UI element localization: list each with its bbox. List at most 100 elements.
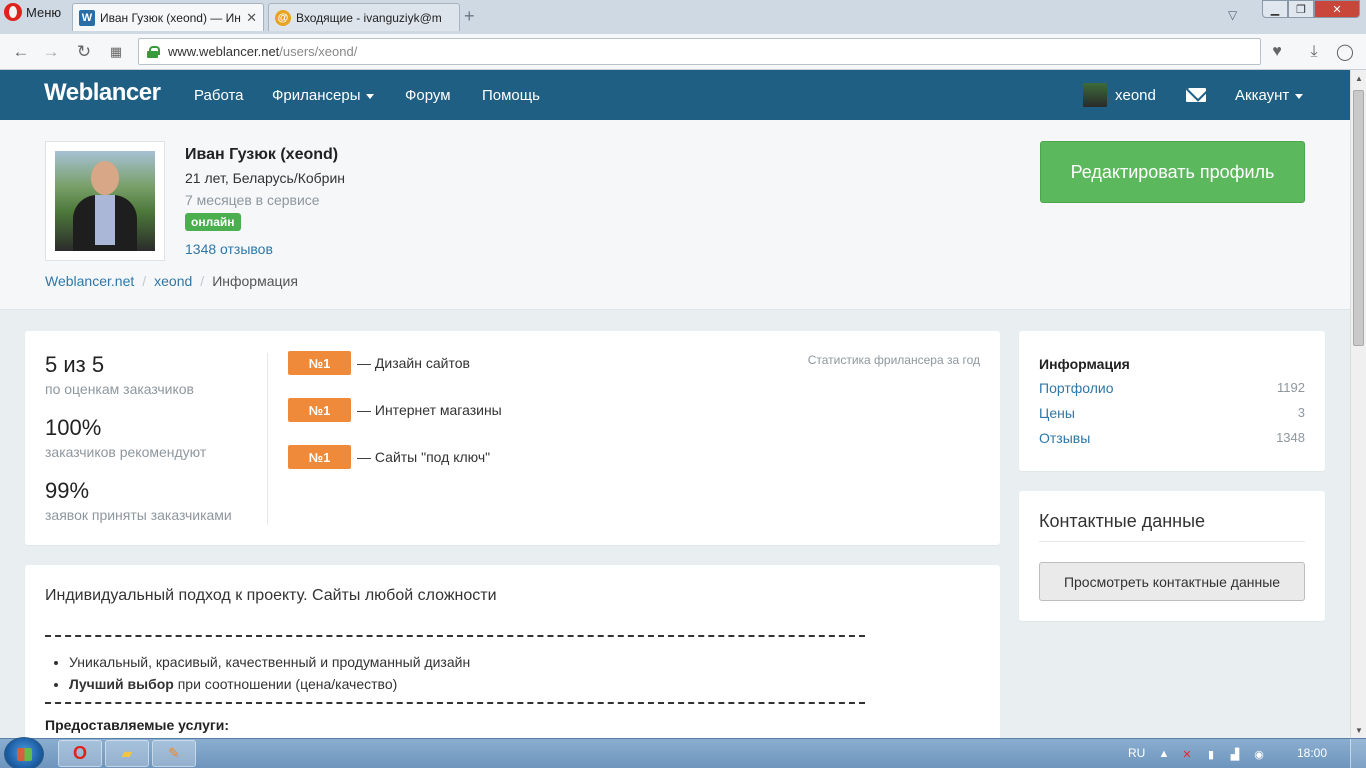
stat-recommend-value: 100% — [45, 415, 102, 440]
caret-down-icon — [366, 93, 375, 99]
breadcrumb-separator: / — [200, 273, 205, 289]
nav-item-help[interactable]: Помощь — [482, 87, 540, 104]
caret-down-icon — [1295, 93, 1304, 99]
contact-card-title: Контактные данные — [1039, 511, 1206, 531]
breadcrumb-home[interactable]: Weblancer.net — [45, 273, 134, 289]
forward-arrow-icon[interactable]: → — [40, 41, 62, 63]
speed-dial-grid-icon[interactable]: ▦ — [105, 41, 127, 63]
stats-period-note: Статистика фрилансера за год — [807, 353, 980, 367]
browser-tab-weblancer[interactable]: W Иван Гузюк (xeond) — Ин ✕ — [72, 3, 264, 31]
stat-recommend-label: заказчиков рекомендуют — [45, 444, 207, 460]
rank-category: — Интернет магазины — [357, 402, 502, 418]
heart-bookmark-icon[interactable]: ♥ — [1266, 41, 1288, 63]
breadcrumb-user[interactable]: xeond — [154, 273, 192, 289]
opera-menu-label: Меню — [26, 4, 62, 20]
nav-user-name[interactable]: xeond — [1115, 87, 1156, 104]
contact-card: Контактные данные Просмотреть контактные… — [1019, 491, 1325, 621]
language-indicator[interactable]: RU — [1128, 746, 1145, 760]
opera-logo-icon: O — [72, 743, 87, 763]
contact-divider — [1039, 541, 1305, 542]
new-tab-plus-icon[interactable]: + — [464, 6, 475, 27]
taskbar-opera-button[interactable]: O — [58, 740, 102, 767]
tray-expand-icon[interactable]: ▲ — [1157, 747, 1171, 761]
windows-taskbar: O ▰ ✎ RU ▲ ✕ ▮ ▟ ◉ 18:00 — [0, 737, 1366, 768]
view-contacts-button[interactable]: Просмотреть контактные данные — [1039, 562, 1305, 601]
tab-menu-icon[interactable]: ▽ — [1228, 8, 1237, 22]
nav-item-forum[interactable]: Форум — [405, 87, 451, 104]
window-maximize-button[interactable]: ❐ — [1288, 0, 1314, 18]
opera-menu-button[interactable]: Меню — [0, 0, 66, 24]
info-row-portfolio: Портфолио 1192 — [1039, 380, 1305, 396]
window-minimize-button[interactable]: ▁ — [1262, 0, 1288, 18]
profile-reviews-link[interactable]: 1348 отзывов — [185, 241, 273, 257]
opera-logo-icon[interactable]: ◯ — [1334, 41, 1356, 63]
stat-rating-value: 5 из 5 — [45, 352, 105, 377]
profile-photo-image — [55, 151, 155, 251]
download-icon[interactable]: ⤓ — [1303, 41, 1325, 63]
taskbar-app-button[interactable]: ✎ — [152, 740, 196, 767]
about-list: Уникальный, красивый, качественный и про… — [69, 651, 470, 695]
url-host: www.weblancer.net — [168, 44, 280, 59]
profile-header: Иван Гузюк (xeond) 21 лет, Беларусь/Кобр… — [0, 120, 1350, 310]
url-input[interactable]: www.weblancer.net/users/xeond/ — [138, 38, 1261, 65]
nav-item-account[interactable]: Аккаунт — [1235, 87, 1304, 104]
weblancer-favicon-icon: W — [79, 9, 95, 26]
about-title: Индивидуальный подход к проекту. Сайты л… — [45, 587, 497, 604]
show-desktop-button[interactable] — [1350, 739, 1366, 768]
url-path: /users/xeond/ — [279, 44, 358, 59]
signal-icon[interactable]: ▟ — [1228, 747, 1242, 761]
profile-photo — [45, 141, 165, 261]
profile-member-since: 7 месяцев в сервисе — [185, 192, 320, 208]
browser-tabbar: Меню W Иван Гузюк (xeond) — Ин ✕ @ Входя… — [0, 0, 1366, 34]
browser-tab-mail[interactable]: @ Входящие - ivanguziyk@m — [268, 3, 460, 31]
services-subheading: Предоставляемые услуги: — [45, 717, 229, 733]
reviews-count: 1348 — [1276, 430, 1305, 445]
portfolio-count: 1192 — [1277, 380, 1305, 395]
info-row-prices: Цены 3 — [1039, 405, 1305, 421]
rank-badge: №1 — [288, 398, 351, 422]
nav-item-work[interactable]: Работа — [194, 87, 244, 104]
scrollbar-thumb[interactable] — [1353, 90, 1364, 346]
battery-icon[interactable]: ▮ — [1204, 747, 1218, 761]
site-logo[interactable]: Weblancer — [44, 79, 161, 107]
taskbar-explorer-button[interactable]: ▰ — [105, 740, 149, 767]
scroll-up-arrow-icon[interactable]: ▲ — [1351, 70, 1366, 86]
info-card-title: Информация — [1039, 356, 1130, 372]
page-viewport: Weblancer Работа Фрилансеры Форум Помощь… — [0, 70, 1350, 738]
prices-link[interactable]: Цены — [1039, 405, 1075, 421]
volume-icon[interactable]: ◉ — [1252, 747, 1266, 761]
scroll-down-arrow-icon[interactable]: ▼ — [1351, 722, 1366, 738]
mail-envelope-icon[interactable] — [1186, 88, 1206, 102]
list-item-bold: Лучший выбор — [69, 676, 174, 692]
about-card: Индивидуальный подход к проекту. Сайты л… — [25, 565, 1000, 738]
nav-item-freelancers[interactable]: Фрилансеры — [272, 87, 375, 104]
online-status-badge: онлайн — [185, 213, 241, 231]
portfolio-link[interactable]: Портфолио — [1039, 380, 1114, 396]
stat-accepted-label: заявок приняты заказчиками — [45, 507, 232, 523]
antivirus-icon[interactable]: ✕ — [1180, 747, 1194, 761]
window-close-button[interactable]: ✕ — [1314, 0, 1360, 18]
rank-badge: №1 — [288, 351, 351, 375]
clock[interactable]: 18:00 — [1297, 746, 1327, 760]
start-button[interactable] — [4, 737, 44, 768]
profile-age-location: 21 лет, Беларусь/Кобрин — [185, 170, 346, 186]
folder-icon: ▰ — [121, 745, 133, 761]
tab-close-icon[interactable]: ✕ — [246, 10, 257, 26]
reviews-link[interactable]: Отзывы — [1039, 430, 1090, 446]
rank-category: — Дизайн сайтов — [357, 355, 470, 371]
user-avatar[interactable] — [1083, 83, 1107, 107]
site-header: Weblancer Работа Фрилансеры Форум Помощь… — [0, 70, 1350, 120]
mail-favicon-icon: @ — [275, 9, 291, 26]
back-arrow-icon[interactable]: ← — [10, 41, 32, 63]
app-icon: ✎ — [168, 745, 180, 761]
info-card: Информация Портфолио 1192 Цены 3 Отзывы … — [1019, 331, 1325, 471]
reload-icon[interactable]: ↻ — [73, 41, 95, 63]
rank-badge: №1 — [288, 445, 351, 469]
nav-item-label: Фрилансеры — [272, 87, 361, 104]
profile-name: Иван Гузюк (xeond) — [185, 146, 339, 163]
list-item: Уникальный, красивый, качественный и про… — [69, 651, 470, 673]
tab-title: Входящие - ivanguziyk@m — [296, 10, 442, 25]
edit-profile-button[interactable]: Редактировать профиль — [1040, 141, 1305, 203]
breadcrumb-current: Информация — [212, 273, 298, 289]
page-scrollbar[interactable]: ▲ ▼ — [1350, 70, 1366, 738]
